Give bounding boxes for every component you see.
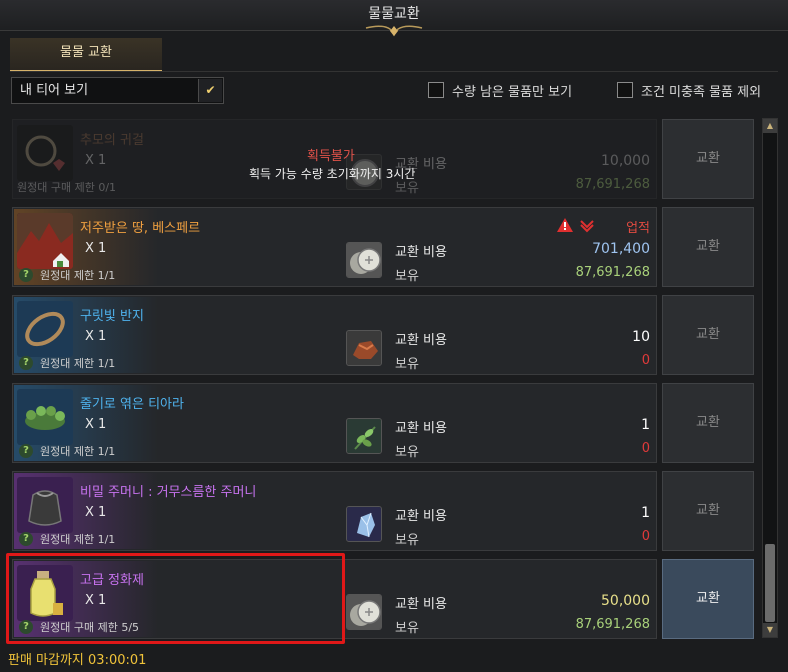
cost-value: 1: [641, 505, 650, 521]
owned-label: 보유: [395, 533, 419, 548]
scrollbar[interactable]: ▲ ▼: [762, 118, 778, 638]
scroll-thumb[interactable]: [765, 544, 775, 622]
item-quantity: X 1: [85, 505, 107, 520]
item-quantity: X 1: [85, 329, 107, 344]
cost-value: 10,000: [601, 153, 650, 169]
exchange-button-label: 교환: [696, 591, 720, 606]
cost-label: 교환 비용: [395, 333, 447, 348]
item-name: 추모의 귀걸: [80, 133, 144, 148]
exchange-button[interactable]: 교환: [662, 559, 754, 639]
title-ornament-icon: [365, 25, 423, 37]
exchange-button[interactable]: 교환: [662, 295, 754, 375]
exchange-button-label: 교환: [696, 151, 720, 166]
exchange-button[interactable]: 교환: [662, 471, 754, 551]
list-item: 비밀 주머니 : 거무스름한 주머니 X 1 ? 원정대 제한 1/1 교환 비…: [12, 471, 758, 551]
purchase-limit: 원정대 구매 제한 0/1: [17, 181, 117, 194]
purchase-limit: 원정대 제한 1/1: [40, 445, 116, 458]
tiara-icon: [17, 389, 73, 445]
herb-icon: [346, 418, 382, 454]
remaining-only-label[interactable]: 수량 남은 물품만 보기: [452, 81, 572, 100]
scroll-down-icon[interactable]: ▼: [763, 623, 777, 637]
list-item: 추모의 귀걸 X 1 원정대 구매 제한 0/1 교환 비용 보유 10,000…: [12, 119, 758, 199]
owned-label: 보유: [395, 621, 419, 636]
exchange-button[interactable]: 교환: [662, 207, 754, 287]
exclude-unmet-checkbox[interactable]: [617, 82, 633, 98]
item-panel: 비밀 주머니 : 거무스름한 주머니 X 1 ? 원정대 제한 1/1 교환 비…: [12, 471, 657, 551]
item-quantity: X 1: [85, 241, 107, 256]
tab-barter-label: 물물 교환: [60, 45, 112, 60]
purchase-limit: 원정대 제한 1/1: [40, 533, 116, 546]
island-icon: [17, 213, 73, 269]
item-name: 구릿빛 반지: [80, 309, 144, 324]
purchase-limit: 원정대 제한 1/1: [40, 269, 116, 282]
item-panel: 저주받은 땅, 베스페르 X 1 ? 원정대 제한 1/1 업적 교환 비용 보…: [12, 207, 657, 287]
item-panel: 구릿빛 반지 X 1 ? 원정대 제한 1/1 교환 비용 보유 10 0: [12, 295, 657, 375]
owned-value: 0: [641, 353, 650, 368]
exchange-button-label: 교환: [696, 327, 720, 342]
copper-ore-icon: [346, 330, 382, 366]
owned-label: 보유: [395, 269, 419, 284]
cost-label: 교환 비용: [395, 509, 447, 524]
window-title: 물물교환: [368, 6, 420, 22]
tier-dropdown[interactable]: 내 티어 보기 ✔: [11, 77, 224, 104]
exchange-button[interactable]: 교환: [662, 119, 754, 199]
silver-coin-icon: [346, 242, 382, 278]
owned-value: 0: [641, 441, 650, 456]
pouch-icon: [17, 477, 73, 533]
achievement-tag: 업적: [626, 221, 650, 236]
cost-label: 교환 비용: [395, 597, 447, 612]
exclude-unmet-label[interactable]: 조건 미충족 물품 제외: [641, 81, 761, 100]
cost-value: 701,400: [592, 241, 650, 257]
ring-icon: [17, 301, 73, 357]
list-item: 저주받은 땅, 베스페르 X 1 ? 원정대 제한 1/1 업적 교환 비용 보…: [12, 207, 758, 287]
help-icon[interactable]: ?: [19, 356, 33, 370]
item-quantity: X 1: [85, 417, 107, 432]
owned-value: 87,691,268: [575, 265, 650, 280]
cost-label: 교환 비용: [395, 421, 447, 436]
list-item: 줄기로 엮은 티아라 X 1 ? 원정대 제한 1/1 교환 비용 보유 1 0…: [12, 383, 758, 463]
list-item: 구릿빛 반지 X 1 ? 원정대 제한 1/1 교환 비용 보유 10 0 교환: [12, 295, 758, 375]
item-panel: 줄기로 엮은 티아라 X 1 ? 원정대 제한 1/1 교환 비용 보유 1 0: [12, 383, 657, 463]
unavailable-note: 획득 가능 수량 초기화까지 3시간: [249, 167, 416, 181]
exchange-button-label: 교환: [696, 239, 720, 254]
warning-icon: [557, 218, 573, 232]
tier-dropdown-value: 내 티어 보기: [20, 83, 89, 98]
crystal-icon: [346, 506, 382, 542]
item-name: 비밀 주머니 : 거무스름한 주머니: [80, 485, 257, 500]
help-icon[interactable]: ?: [19, 532, 33, 546]
cost-value: 1: [641, 417, 650, 433]
earring-icon: [17, 125, 73, 181]
chevron-down-icon[interactable]: ✔: [198, 79, 222, 102]
owned-value: 87,691,268: [575, 617, 650, 632]
owned-value: 0: [641, 529, 650, 544]
tab-barter[interactable]: 물물 교환: [10, 38, 162, 72]
exchange-button[interactable]: 교환: [662, 383, 754, 463]
item-quantity: X 1: [85, 153, 107, 168]
owned-label: 보유: [395, 445, 419, 460]
cost-value: 10: [632, 329, 650, 345]
achievement-icon: [580, 220, 594, 233]
silver-coin-icon: [346, 594, 382, 630]
exchange-button-label: 교환: [696, 415, 720, 430]
help-icon[interactable]: ?: [19, 268, 33, 282]
owned-value: 87,691,268: [575, 177, 650, 192]
purchase-limit: 원정대 제한 1/1: [40, 357, 116, 370]
item-name: 줄기로 엮은 티아라: [80, 397, 184, 412]
scroll-up-icon[interactable]: ▲: [763, 119, 777, 133]
item-name: 저주받은 땅, 베스페르: [80, 221, 201, 236]
tab-divider: [10, 71, 778, 72]
unavailable-title: 획득불가: [307, 149, 355, 164]
owned-label: 보유: [395, 357, 419, 372]
help-icon[interactable]: ?: [19, 444, 33, 458]
cost-label: 교환 비용: [395, 245, 447, 260]
exchange-button-label: 교환: [696, 503, 720, 518]
cost-value: 50,000: [601, 593, 650, 609]
sale-deadline: 판매 마감까지 03:00:01: [8, 653, 147, 668]
remaining-only-checkbox[interactable]: [428, 82, 444, 98]
selection-highlight: [6, 553, 345, 644]
